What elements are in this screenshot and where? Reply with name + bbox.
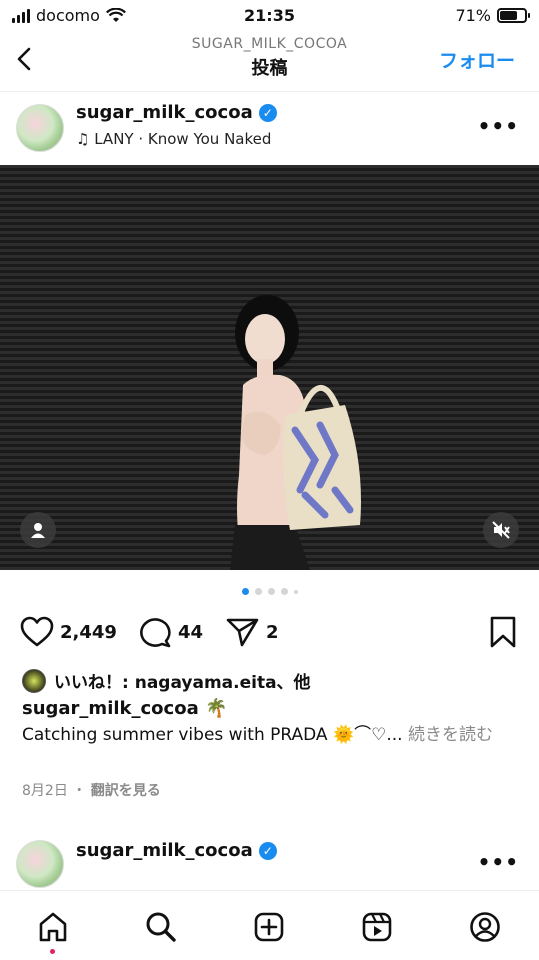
music-info[interactable]: ♫ LANY · Know You Naked	[76, 130, 271, 148]
person-icon	[31, 523, 45, 538]
share-count: 2	[266, 621, 279, 643]
home-icon	[39, 912, 67, 942]
mute-button[interactable]	[483, 512, 519, 548]
comment-icon	[140, 618, 171, 648]
save-button[interactable]	[489, 616, 517, 652]
tagged-people-button[interactable]	[20, 512, 56, 548]
carousel-dot	[241, 588, 249, 595]
post-username[interactable]: sugar_milk_cocoa	[76, 102, 253, 123]
follow-button[interactable]: フォロー	[439, 46, 515, 73]
caption-text: Catching summer vibes with PRADA 🌞⌒♡...	[22, 725, 403, 745]
liker-avatar	[22, 668, 46, 693]
avatar[interactable]	[16, 840, 64, 888]
battery-info: 71%	[455, 6, 530, 25]
music-note-icon: ♫	[76, 130, 90, 148]
caption-more-link[interactable]: 続きを読む	[408, 725, 493, 745]
battery-percent: 71%	[455, 6, 491, 25]
reels-icon	[362, 912, 392, 942]
create-icon	[254, 912, 284, 942]
notification-dot	[50, 949, 55, 954]
post-media[interactable]	[0, 165, 539, 570]
carousel-dot	[267, 588, 275, 595]
post-date: 8月2日	[22, 783, 68, 799]
verified-badge-icon: ✓	[258, 841, 277, 860]
comment-count: 44	[178, 621, 204, 643]
like-button[interactable]: 2,449	[20, 616, 117, 648]
bookmark-icon	[490, 616, 516, 648]
meta-separator: ・	[72, 783, 87, 799]
page-header: SUGAR_MILK_COCOA 投稿 フォロー	[0, 32, 539, 92]
comment-button[interactable]: 44	[138, 616, 203, 648]
nav-search[interactable]	[143, 909, 179, 945]
liked-by-row[interactable]: いいね！: nagayama.eita、他	[22, 668, 311, 693]
carousel-dot	[280, 588, 288, 595]
next-post-username-row[interactable]: sugar_milk_cocoa ✓	[76, 840, 277, 861]
carousel-dot	[254, 588, 262, 595]
post-actions: 2,449 44 2	[0, 612, 539, 652]
profile-icon	[470, 912, 500, 942]
nav-reels[interactable]	[359, 909, 395, 945]
carousel-indicator	[0, 588, 539, 595]
translate-link[interactable]: 翻訳を見る	[91, 783, 161, 799]
next-post-header: sugar_milk_cocoa ✓ •••	[0, 832, 539, 892]
search-icon	[146, 912, 176, 942]
nav-profile[interactable]	[467, 909, 503, 945]
caption-username[interactable]: sugar_milk_cocoa 🌴	[22, 698, 227, 719]
battery-icon	[497, 8, 530, 23]
nav-create[interactable]	[251, 909, 287, 945]
verified-badge-icon: ✓	[258, 103, 277, 122]
music-label[interactable]: LANY · Know You Naked	[94, 130, 271, 148]
bottom-nav	[0, 890, 539, 960]
like-count: 2,449	[60, 621, 117, 643]
heart-icon	[20, 616, 54, 647]
carousel-dot	[293, 589, 298, 594]
nav-home[interactable]	[35, 909, 71, 945]
post-header: sugar_milk_cocoa ✓ ♫ LANY · Know You Nak…	[0, 96, 539, 162]
next-post-username[interactable]: sugar_milk_cocoa	[76, 840, 253, 861]
post-meta: 8月2日 ・ 翻訳を見る	[22, 780, 161, 800]
post-photo-subject	[230, 295, 361, 570]
liked-by-text[interactable]: いいね！: nagayama.eita、他	[54, 668, 311, 693]
speaker-muted-icon	[492, 521, 510, 539]
share-button[interactable]: 2	[226, 616, 279, 648]
post-username-row[interactable]: sugar_milk_cocoa ✓	[76, 102, 277, 123]
caption: Catching summer vibes with PRADA 🌞⌒♡... …	[22, 724, 517, 746]
avatar[interactable]	[16, 104, 64, 152]
status-bar: docomo 21:35 71%	[0, 0, 539, 32]
send-icon	[226, 618, 259, 647]
more-options-button[interactable]: •••	[478, 114, 519, 138]
next-more-options-button[interactable]: •••	[478, 850, 519, 874]
